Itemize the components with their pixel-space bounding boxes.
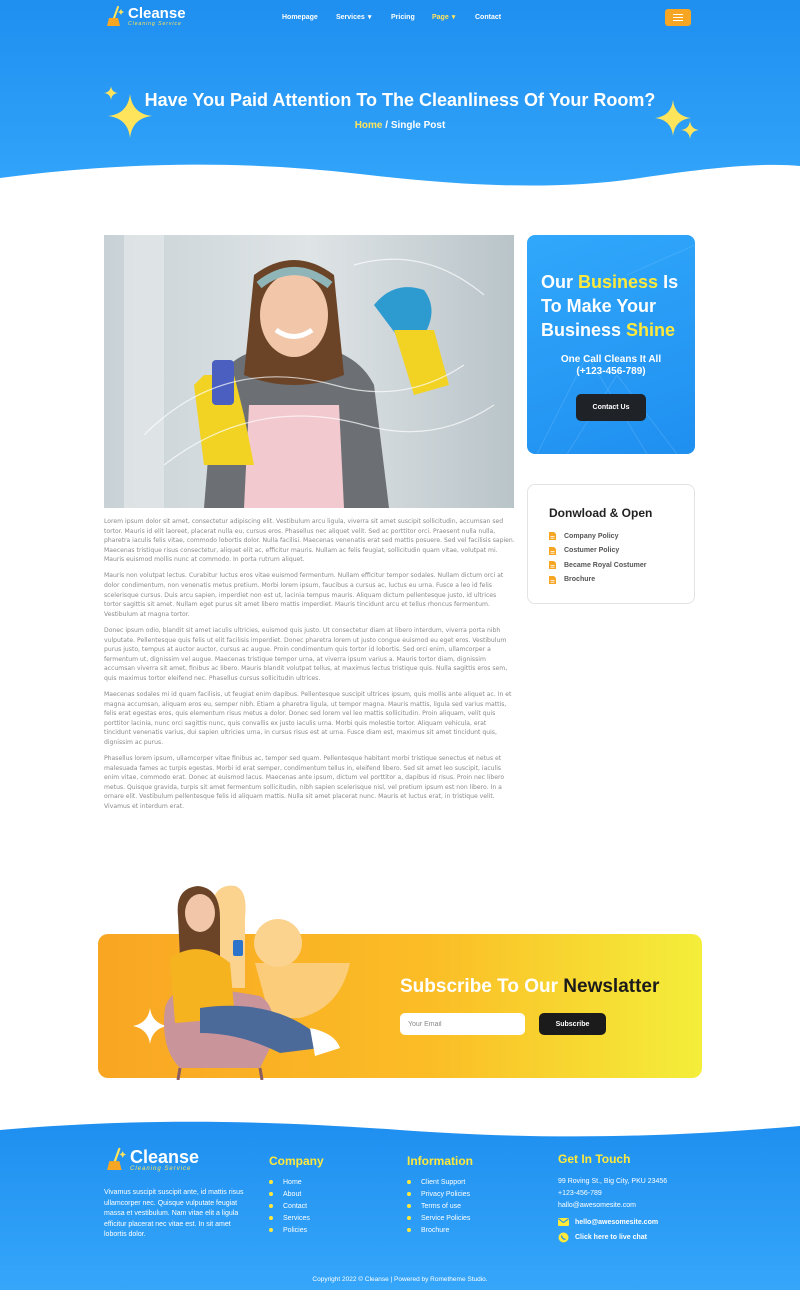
menu-icon-line bbox=[673, 20, 683, 21]
nav-contact[interactable]: Contact bbox=[475, 13, 515, 21]
email-input[interactable] bbox=[400, 1013, 525, 1035]
file-icon bbox=[549, 575, 556, 584]
footer-link[interactable]: Service Policies bbox=[407, 1212, 470, 1224]
footer-link[interactable]: Services bbox=[269, 1212, 310, 1224]
footer-contact-info: 99 Roving St., Big City, PKU 23456 +123-… bbox=[558, 1176, 667, 1212]
post-paragraph: Maecenas sodales mi id quam facilisis, u… bbox=[104, 691, 512, 746]
menu-icon-line bbox=[673, 17, 683, 18]
brand-name: Cleanse bbox=[128, 5, 186, 22]
footer-brand-tagline: Cleaning Service bbox=[130, 1165, 192, 1172]
bullet-icon bbox=[269, 1216, 273, 1220]
footer-email-link[interactable]: hello@awesomesite.com bbox=[558, 1218, 658, 1226]
hamburger-menu-button[interactable] bbox=[665, 9, 691, 26]
promo-phone-text: One Call Cleans It All (+123-456-789) bbox=[560, 354, 662, 377]
main-menu: Homepage Services ▾ Pricing Page ▾ Contact bbox=[282, 13, 515, 22]
live-chat-link[interactable]: Click here to live chat bbox=[558, 1232, 647, 1243]
contact-us-button[interactable]: Contact Us bbox=[576, 394, 646, 421]
bullet-icon bbox=[407, 1192, 411, 1196]
brand-logo[interactable]: Cleanse Cleaning Service bbox=[106, 6, 186, 28]
download-widget: Donwload & Open Company Policy Costumer … bbox=[527, 484, 695, 604]
nav-homepage[interactable]: Homepage bbox=[282, 13, 336, 21]
footer-logo[interactable]: Cleanse Cleaning Service bbox=[106, 1146, 199, 1174]
download-item[interactable]: Brochure bbox=[549, 573, 646, 588]
promo-card: Our Business Is To Make Your Business Sh… bbox=[527, 235, 695, 454]
post-paragraph: Lorem ipsum dolor sit amet, consectetur … bbox=[104, 518, 515, 564]
post-featured-image bbox=[104, 235, 514, 508]
bullet-icon bbox=[407, 1228, 411, 1232]
footer-address: 99 Roving St., Big City, PKU 23456 bbox=[558, 1178, 668, 1185]
download-widget-title: Donwload & Open bbox=[549, 506, 653, 520]
bullet-icon bbox=[269, 1192, 273, 1196]
woman-cleaning-window-illustration bbox=[104, 235, 514, 508]
footer-link[interactable]: Client Support bbox=[407, 1176, 470, 1188]
footer-link[interactable]: Contact bbox=[269, 1200, 310, 1212]
woman-with-phone-illustration bbox=[133, 885, 350, 1080]
broom-icon bbox=[107, 6, 124, 26]
bullet-icon bbox=[269, 1228, 273, 1232]
copyright-text: Copyright 2022 © Cleanse | Powered by Ro… bbox=[312, 1276, 488, 1283]
sparkle-icon bbox=[108, 94, 152, 138]
footer-about-text: Vivamus suscipit suscipit ante, id matti… bbox=[104, 1189, 244, 1238]
footer-company-links: Home About Contact Services Policies bbox=[269, 1176, 310, 1236]
post-paragraph: Donec ipsum odio, blandit sit amet iacul… bbox=[104, 626, 508, 682]
chevron-down-icon: ▾ bbox=[451, 14, 456, 21]
nav-services[interactable]: Services ▾ bbox=[336, 13, 391, 22]
footer-phone: +123-456-789 bbox=[558, 1190, 602, 1197]
subscribe-button[interactable]: Subscribe bbox=[539, 1013, 606, 1035]
bullet-icon bbox=[269, 1204, 273, 1208]
bullet-icon bbox=[407, 1204, 411, 1208]
download-item[interactable]: Costumer Policy bbox=[549, 544, 646, 559]
promo-background-pattern bbox=[536, 244, 695, 454]
bullet-icon bbox=[269, 1180, 273, 1184]
breadcrumb-separator: / bbox=[382, 120, 391, 131]
footer-link[interactable]: Terms of use bbox=[407, 1200, 470, 1212]
download-item[interactable]: Became Royal Costumer bbox=[549, 558, 646, 573]
footer-information-title: Information bbox=[407, 1154, 473, 1168]
chevron-down-icon: ▾ bbox=[367, 14, 372, 21]
footer-information-links: Client Support Privacy Policies Terms of… bbox=[407, 1176, 470, 1236]
promo-heading: Our Business Is To Make Your Business Sh… bbox=[541, 272, 679, 340]
footer-link[interactable]: Privacy Policies bbox=[407, 1188, 470, 1200]
footer-link[interactable]: Brochure bbox=[407, 1224, 470, 1236]
breadcrumb-current: Single Post bbox=[390, 120, 446, 131]
post-paragraph: Mauris non volutpat lectus. Curabitur lu… bbox=[104, 572, 504, 618]
envelope-icon bbox=[558, 1218, 569, 1226]
footer-link[interactable]: Home bbox=[269, 1176, 310, 1188]
footer-link[interactable]: About bbox=[269, 1188, 310, 1200]
nav-page[interactable]: Page ▾ bbox=[432, 13, 475, 22]
download-list: Company Policy Costumer Policy Became Ro… bbox=[549, 529, 646, 587]
top-navigation: Cleanse Cleaning Service Homepage Servic… bbox=[0, 0, 800, 36]
whatsapp-icon bbox=[558, 1232, 569, 1243]
hero-wave bbox=[0, 164, 800, 195]
file-icon bbox=[549, 532, 556, 541]
brand-tagline: Cleaning Service bbox=[128, 21, 182, 27]
footer-email-plain[interactable]: hallo@awesomesite.com bbox=[558, 1200, 667, 1212]
sparkle-icon bbox=[681, 121, 699, 139]
footer-contact-title: Get In Touch bbox=[558, 1152, 631, 1166]
file-icon bbox=[549, 561, 556, 570]
menu-icon-line bbox=[673, 14, 683, 15]
bullet-icon bbox=[407, 1216, 411, 1220]
bullet-icon bbox=[407, 1180, 411, 1184]
newsletter-heading: Subscribe To Our Newslatter bbox=[400, 976, 660, 997]
footer-brand-name: Cleanse bbox=[130, 1146, 200, 1167]
post-paragraph: Phasellus lorem ipsum, ullamcorper vitae… bbox=[104, 755, 505, 811]
download-item[interactable]: Company Policy bbox=[549, 529, 646, 544]
footer-link[interactable]: Policies bbox=[269, 1224, 310, 1236]
nav-pricing[interactable]: Pricing bbox=[391, 13, 432, 21]
breadcrumb-home-link[interactable]: Home bbox=[355, 120, 383, 131]
broom-icon bbox=[107, 1147, 126, 1170]
file-icon bbox=[549, 546, 556, 555]
footer-company-title: Company bbox=[269, 1154, 324, 1168]
post-body: Lorem ipsum dolor sit amet, consectetur … bbox=[104, 517, 515, 818]
